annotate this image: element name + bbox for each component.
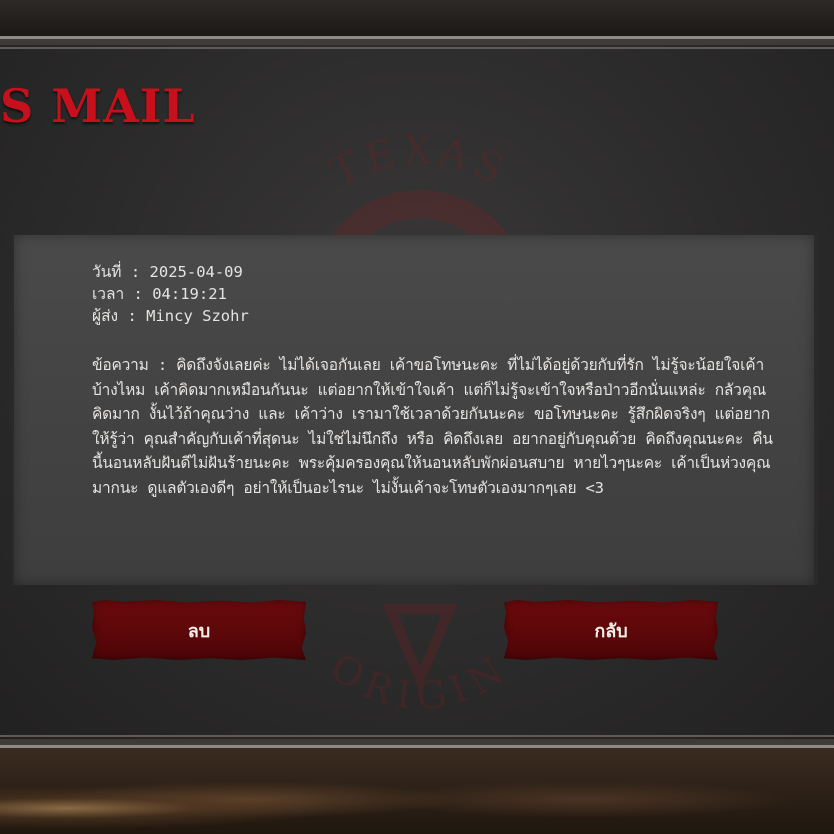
back-button[interactable]: กลับ <box>504 600 718 660</box>
sender-value: Mincy Szohr <box>146 307 249 325</box>
sender-row: ผู้ส่ง : Mincy Szohr <box>92 305 249 327</box>
mail-content-box: วันที่ : 2025-04-09 เวลา : 04:19:21 ผู้ส… <box>12 235 818 585</box>
message-text: คิดถึงจังเลยค่ะ ไม่ได้เจอกันเลย เค้าขอโท… <box>92 356 773 497</box>
delete-button-label: ลบ <box>187 620 211 642</box>
time-row: เวลา : 04:19:21 <box>92 283 249 305</box>
date-value: 2025-04-09 <box>149 263 243 281</box>
date-row: วันที่ : 2025-04-09 <box>92 261 249 283</box>
page-title: S MAIL <box>0 79 196 133</box>
svg-text:ORIGIN: ORIGIN <box>322 645 517 720</box>
date-label: วันที่ : <box>92 263 141 281</box>
svg-text:TEXAS: TEXAS <box>324 128 516 196</box>
mail-meta: วันที่ : 2025-04-09 เวลา : 04:19:21 ผู้ส… <box>92 261 249 327</box>
message-body: ข้อความ : คิดถึงจังเลยค่ะ ไม่ได้เจอกันเล… <box>92 353 782 500</box>
top-background-strip <box>0 0 834 36</box>
back-button-label: กลับ <box>594 620 628 642</box>
delete-button[interactable]: ลบ <box>92 600 306 660</box>
bottom-background-strip <box>0 748 834 834</box>
time-value: 04:19:21 <box>152 285 227 303</box>
time-label: เวลา : <box>92 285 143 303</box>
sender-label: ผู้ส่ง : <box>92 307 137 325</box>
message-label: ข้อความ : <box>92 356 167 374</box>
